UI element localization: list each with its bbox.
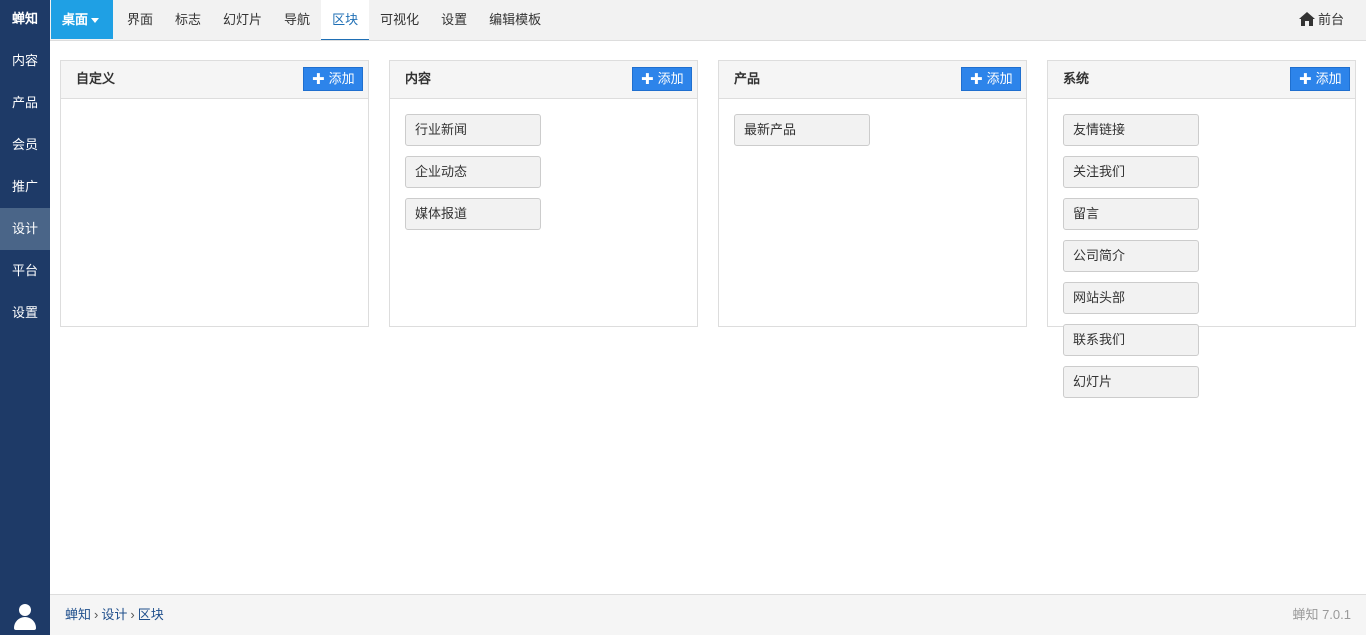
block-item[interactable]: 行业新闻 xyxy=(405,114,541,146)
panel-body xyxy=(61,99,368,114)
tab-visual[interactable]: 可视化 xyxy=(369,0,430,40)
add-block-button[interactable]: ✚ 添加 xyxy=(961,67,1021,91)
sidebar-item-member[interactable]: 会员 xyxy=(0,124,50,166)
block-item[interactable]: 友情链接 xyxy=(1063,114,1199,146)
desktop-menu-label: 桌面 xyxy=(62,12,89,27)
panel-system: 系统 ✚ 添加 友情链接 关注我们 留言 公司简介 网站头部 联系我们 幻灯片 xyxy=(1047,60,1356,398)
panel-title: 内容 xyxy=(405,71,432,86)
panel-title: 自定义 xyxy=(76,71,116,86)
version-label[interactable]: 蝉知 7.0.1 xyxy=(1292,595,1351,635)
footer: 蝉知 › 设计 › 区块 蝉知 7.0.1 xyxy=(50,594,1366,635)
tab-blocks[interactable]: 区块 xyxy=(321,0,370,40)
user-icon-head xyxy=(19,604,31,616)
breadcrumb: 蝉知 › 设计 › 区块 xyxy=(65,595,164,635)
design-nav: 界面 标志 幻灯片 导航 区块 可视化 设置 编辑模板 xyxy=(116,0,552,40)
block-item[interactable]: 最新产品 xyxy=(734,114,870,146)
top-navbar: 桌面 界面 标志 幻灯片 导航 区块 可视化 设置 编辑模板 前台 xyxy=(50,0,1366,41)
sidebar-item-promotion[interactable]: 推广 xyxy=(0,166,50,208)
tab-interface[interactable]: 界面 xyxy=(116,0,164,40)
block-item[interactable]: 企业动态 xyxy=(405,156,541,188)
add-label: 添加 xyxy=(328,71,355,86)
home-icon xyxy=(1298,12,1315,26)
add-label: 添加 xyxy=(657,71,684,86)
panel-header: 自定义 ✚ 添加 xyxy=(61,61,368,99)
panel-header: 系统 ✚ 添加 xyxy=(1048,61,1355,99)
front-label: 前台 xyxy=(1317,12,1344,27)
block-item[interactable]: 幻灯片 xyxy=(1063,366,1199,398)
brand-logo[interactable]: 蝉知 xyxy=(0,0,50,40)
user-icon[interactable] xyxy=(0,603,50,631)
plus-icon: ✚ xyxy=(641,71,654,88)
sidebar-item-product[interactable]: 产品 xyxy=(0,82,50,124)
block-item[interactable]: 公司简介 xyxy=(1063,240,1199,272)
panel-body: 最新产品 xyxy=(719,99,1026,156)
plus-icon: ✚ xyxy=(1299,71,1312,88)
breadcrumb-item-design[interactable]: 设计 xyxy=(101,607,127,622)
sidebar-item-settings[interactable]: 设置 xyxy=(0,292,50,334)
add-block-button[interactable]: ✚ 添加 xyxy=(632,67,692,91)
panel-custom: 自定义 ✚ 添加 xyxy=(60,60,369,327)
sidebar-item-content[interactable]: 内容 xyxy=(0,40,50,82)
tab-settings[interactable]: 设置 xyxy=(430,0,478,40)
tab-slides[interactable]: 幻灯片 xyxy=(212,0,273,40)
user-icon-body xyxy=(14,617,36,630)
block-item[interactable]: 留言 xyxy=(1063,198,1199,230)
front-link[interactable]: 前台 xyxy=(1298,0,1344,40)
sidebar: 蝉知 内容 产品 会员 推广 设计 平台 设置 xyxy=(0,0,50,635)
caret-down-icon xyxy=(91,18,100,24)
tab-edit-template[interactable]: 编辑模板 xyxy=(478,0,552,40)
panel-title: 产品 xyxy=(734,71,761,86)
add-block-button[interactable]: ✚ 添加 xyxy=(1290,67,1350,91)
panel-content: 内容 ✚ 添加 行业新闻 企业动态 媒体报道 xyxy=(389,60,698,327)
tab-logo[interactable]: 标志 xyxy=(164,0,212,40)
plus-icon: ✚ xyxy=(970,71,983,88)
block-item[interactable]: 媒体报道 xyxy=(405,198,541,230)
add-label: 添加 xyxy=(986,71,1013,86)
panel-body: 行业新闻 企业动态 媒体报道 xyxy=(390,99,697,240)
panel-body: 友情链接 关注我们 留言 公司简介 网站头部 联系我们 幻灯片 xyxy=(1048,99,1355,408)
add-label: 添加 xyxy=(1315,71,1342,86)
plus-icon: ✚ xyxy=(312,71,325,88)
panel-product: 产品 ✚ 添加 最新产品 xyxy=(718,60,1027,327)
sidebar-item-design[interactable]: 设计 xyxy=(0,208,50,250)
panel-title: 系统 xyxy=(1063,71,1090,86)
block-item[interactable]: 网站头部 xyxy=(1063,282,1199,314)
tab-navigation[interactable]: 导航 xyxy=(273,0,321,40)
block-item[interactable]: 关注我们 xyxy=(1063,156,1199,188)
sidebar-item-platform[interactable]: 平台 xyxy=(0,250,50,292)
panel-header: 内容 ✚ 添加 xyxy=(390,61,697,99)
chevron-right-icon: › xyxy=(94,607,99,622)
add-block-button[interactable]: ✚ 添加 xyxy=(303,67,363,91)
breadcrumb-item-home[interactable]: 蝉知 xyxy=(65,607,91,622)
desktop-menu-button[interactable]: 桌面 xyxy=(51,0,113,39)
panel-header: 产品 ✚ 添加 xyxy=(719,61,1026,99)
block-item[interactable]: 联系我们 xyxy=(1063,324,1199,356)
chevron-right-icon: › xyxy=(130,607,135,622)
breadcrumb-item-blocks[interactable]: 区块 xyxy=(138,607,164,622)
